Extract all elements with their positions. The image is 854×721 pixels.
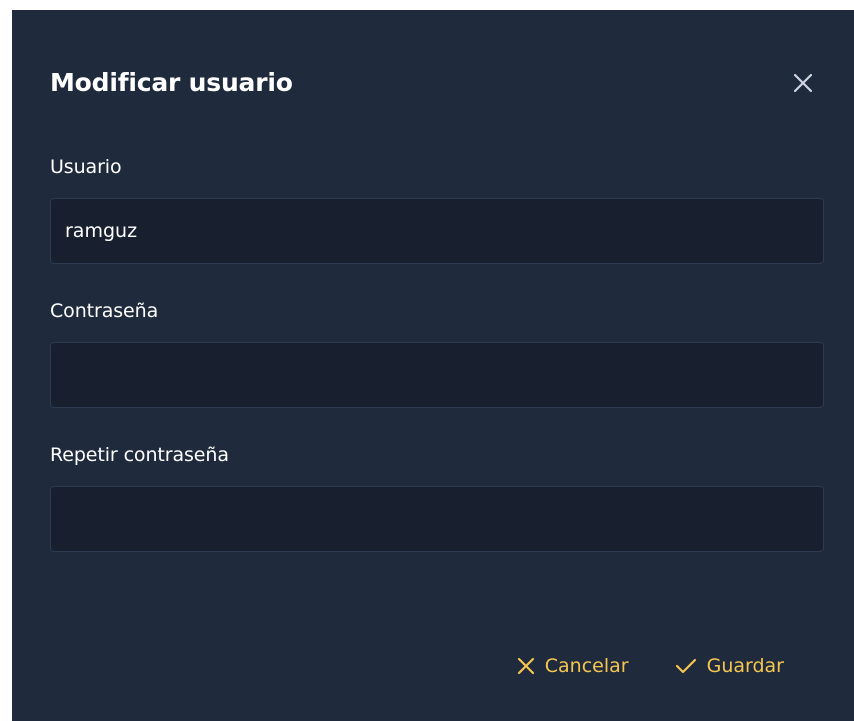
cancel-button[interactable]: Cancelar <box>517 655 629 677</box>
contrasena-input[interactable] <box>50 342 824 408</box>
dialog-header: Modificar usuario <box>50 66 816 106</box>
modify-user-dialog: Modificar usuario Usuario Contraseña Rep… <box>12 10 854 721</box>
dialog-title: Modificar usuario <box>50 68 293 97</box>
close-icon <box>793 73 813 93</box>
dialog-footer: Cancelar Guardar <box>517 646 784 686</box>
repetir-contrasena-label: Repetir contraseña <box>50 444 229 466</box>
save-button[interactable]: Guardar <box>675 655 784 677</box>
close-icon <box>517 657 534 675</box>
save-label: Guardar <box>706 655 784 677</box>
close-button[interactable] <box>790 70 816 96</box>
cancel-label: Cancelar <box>544 655 629 677</box>
usuario-input[interactable] <box>50 198 824 264</box>
repetir-contrasena-input[interactable] <box>50 486 824 552</box>
contrasena-label: Contraseña <box>50 300 159 322</box>
check-icon <box>675 658 696 674</box>
usuario-label: Usuario <box>50 156 122 178</box>
